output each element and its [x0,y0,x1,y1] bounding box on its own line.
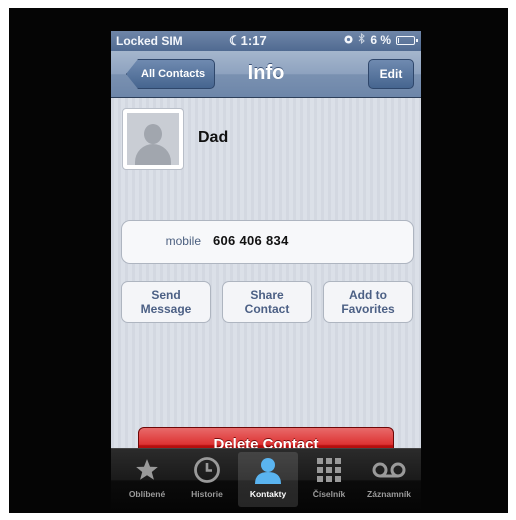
phone-number: 606 406 834 [213,233,289,248]
moon-icon: ☾ [229,33,241,48]
tab-label: Historie [191,489,223,499]
tab-favorites[interactable]: Oblíbené [117,452,177,507]
tab-contacts[interactable]: Kontakty [238,452,298,507]
battery-percent: 6 % [370,33,391,47]
share-contact-button[interactable]: Share Contact [222,281,312,323]
clock-time: ☾1:17 [229,33,267,48]
contact-name: Dad [198,129,229,146]
status-bar: Locked SIM ☾1:17 6 % [111,31,421,51]
status-right: 6 % [344,32,418,47]
tab-bar: Oblíbené Historie Kontakty Číselník Zázn… [111,448,421,510]
phone-screen: Locked SIM ☾1:17 6 % All Contacts Info E… [111,31,421,510]
contact-info-content: Dad mobile 606 406 834 Send Message Share… [111,98,421,463]
tab-label: Číselník [312,489,346,499]
battery-icon [396,35,418,45]
phone-number-row[interactable]: mobile 606 406 834 [121,220,414,264]
edit-button[interactable]: Edit [368,59,414,89]
phone-type-label: mobile [165,234,201,248]
voicemail-icon [359,455,419,485]
contact-icon [238,455,298,485]
tab-voicemail[interactable]: Záznamník [359,452,419,507]
tab-history[interactable]: Historie [177,452,237,507]
navigation-bar: All Contacts Info Edit [111,51,421,98]
add-to-favorites-button[interactable]: Add to Favorites [323,281,413,323]
tab-label: Kontakty [249,489,287,499]
tab-label: Oblíbené [128,489,166,499]
lock-rotation-icon [344,33,353,47]
star-icon [117,455,177,485]
avatar[interactable] [122,108,184,170]
tab-label: Záznamník [367,489,411,499]
bluetooth-icon [358,32,366,47]
keypad-icon [299,455,359,485]
person-silhouette-icon [127,113,179,165]
tab-keypad[interactable]: Číselník [299,452,359,507]
send-message-button[interactable]: Send Message [121,281,211,323]
carrier-label: Locked SIM [116,34,183,48]
clock-icon [177,455,237,485]
